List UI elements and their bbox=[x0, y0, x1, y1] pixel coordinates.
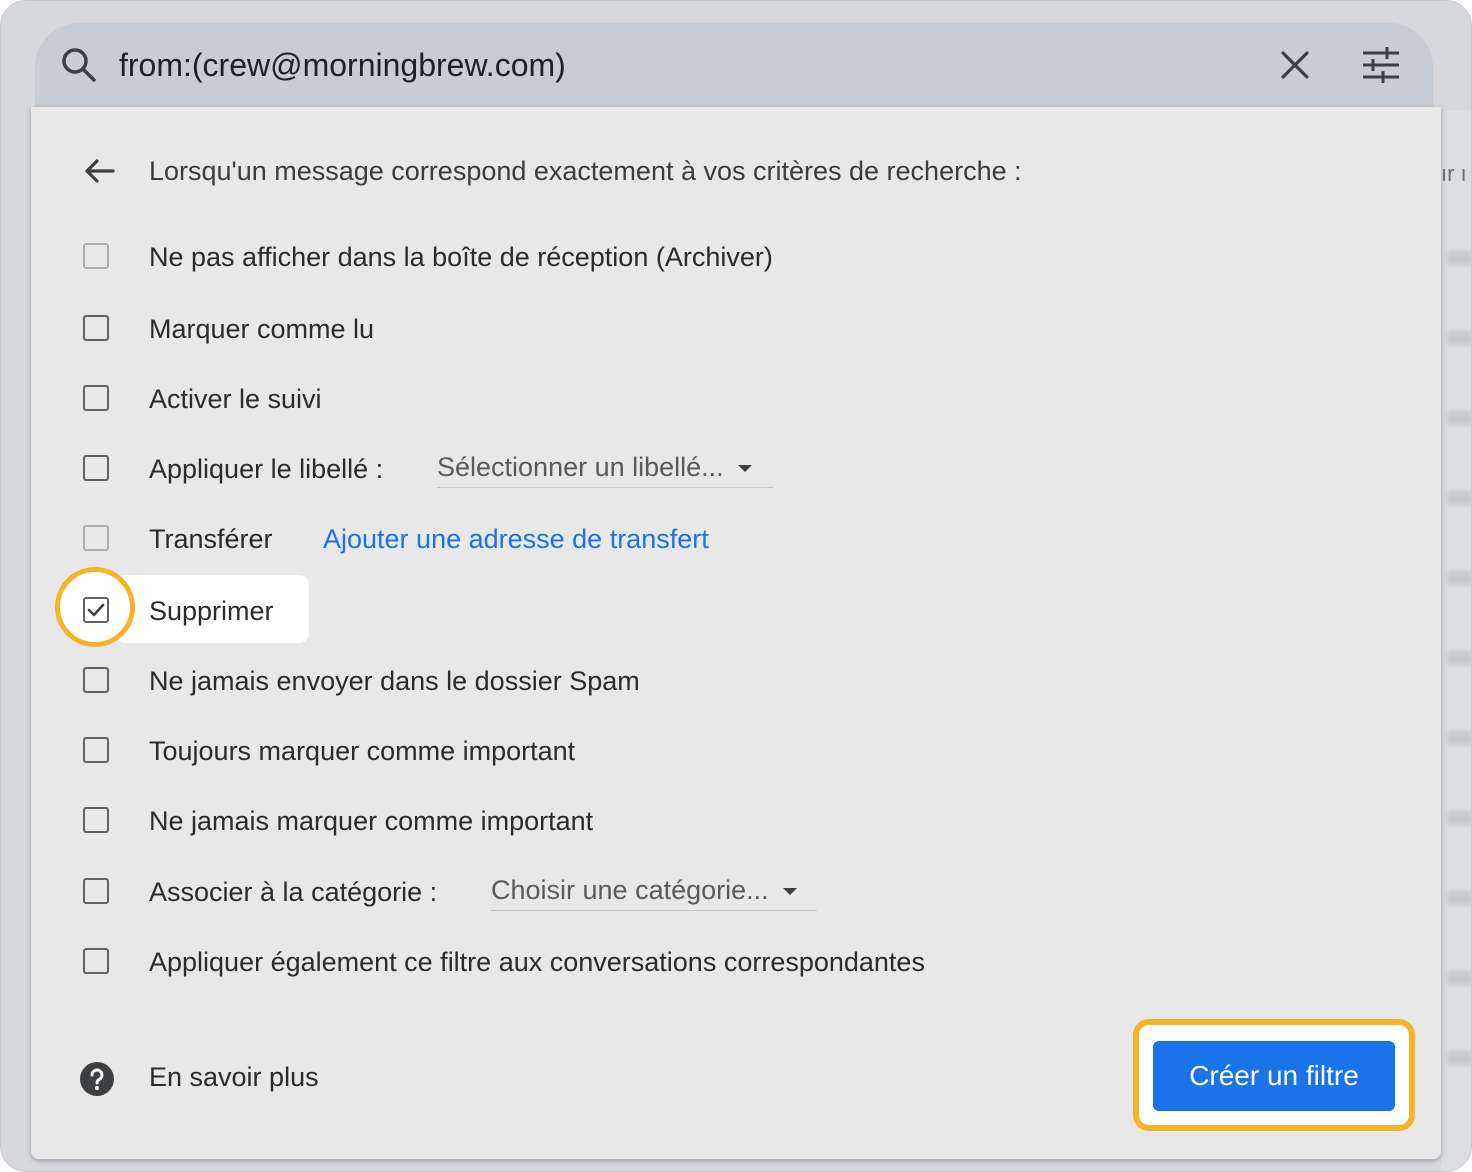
background-row bbox=[1447, 1051, 1471, 1065]
checkbox-delete[interactable] bbox=[83, 597, 109, 623]
background-row bbox=[1447, 731, 1471, 745]
category-select[interactable]: Choisir une catégorie... bbox=[491, 870, 817, 911]
background-row bbox=[1447, 331, 1471, 345]
background-row bbox=[1447, 891, 1471, 905]
check-icon bbox=[87, 603, 105, 617]
background-row bbox=[1447, 571, 1471, 585]
checkbox-category[interactable] bbox=[83, 878, 109, 904]
search-input[interactable]: from:(crew@morningbrew.com) bbox=[119, 45, 566, 85]
option-label: Supprimer bbox=[149, 596, 274, 626]
background-text-fragment: ır ı bbox=[1441, 161, 1467, 186]
option-label: Appliquer le libellé : bbox=[149, 454, 384, 484]
checkbox-forward[interactable] bbox=[83, 525, 109, 551]
checkbox-always-important[interactable] bbox=[83, 737, 109, 763]
panel-heading: Lorsqu'un message correspond exactement … bbox=[149, 156, 1022, 186]
search-icon[interactable] bbox=[59, 45, 99, 85]
background-row bbox=[1447, 651, 1471, 665]
category-select-value: Choisir une catégorie... bbox=[491, 875, 769, 905]
close-icon[interactable] bbox=[1275, 45, 1315, 85]
filter-options-panel: Lorsqu'un message correspond exactement … bbox=[31, 107, 1441, 1159]
checkbox-apply-label[interactable] bbox=[83, 455, 109, 481]
learn-more-link[interactable]: En savoir plus bbox=[149, 1057, 319, 1097]
background-row bbox=[1447, 491, 1471, 505]
option-label: Ne jamais marquer comme important bbox=[149, 806, 594, 836]
background-row bbox=[1447, 811, 1471, 825]
chevron-down-icon bbox=[782, 888, 797, 896]
chevron-down-icon bbox=[737, 465, 752, 473]
option-label: Appliquer également ce filtre aux conver… bbox=[149, 947, 925, 977]
label-select-value: Sélectionner un libellé... bbox=[437, 452, 724, 482]
app-frame: ır ı from:(crew@morningbrew.com) Lorsqu'… bbox=[0, 0, 1472, 1172]
option-label: Marquer comme lu bbox=[149, 314, 375, 344]
checkbox-archive[interactable] bbox=[83, 243, 109, 269]
checkbox-never-important[interactable] bbox=[83, 807, 109, 833]
back-arrow-icon[interactable] bbox=[81, 153, 117, 189]
option-label: Activer le suivi bbox=[149, 384, 322, 414]
background-inbox-strip bbox=[1441, 111, 1471, 1171]
checkbox-apply-existing[interactable] bbox=[83, 948, 109, 974]
option-label: Associer à la catégorie : bbox=[149, 877, 438, 907]
background-row bbox=[1447, 971, 1471, 985]
background-row bbox=[1447, 251, 1471, 265]
tune-icon[interactable] bbox=[1359, 43, 1403, 87]
option-label: Transférer bbox=[149, 524, 273, 554]
label-select[interactable]: Sélectionner un libellé... bbox=[437, 447, 773, 488]
help-icon[interactable] bbox=[79, 1061, 115, 1097]
option-label: Ne pas afficher dans la boîte de récepti… bbox=[149, 242, 773, 272]
option-label: Ne jamais envoyer dans le dossier Spam bbox=[149, 666, 640, 696]
create-filter-button[interactable]: Créer un filtre bbox=[1153, 1041, 1395, 1111]
checkbox-never-spam[interactable] bbox=[83, 667, 109, 693]
add-forwarding-address-link[interactable]: Ajouter une adresse de transfert bbox=[323, 519, 709, 559]
option-label: Toujours marquer comme important bbox=[149, 736, 576, 766]
checkbox-star[interactable] bbox=[83, 385, 109, 411]
checkbox-mark-read[interactable] bbox=[83, 315, 109, 341]
background-row bbox=[1447, 411, 1471, 425]
